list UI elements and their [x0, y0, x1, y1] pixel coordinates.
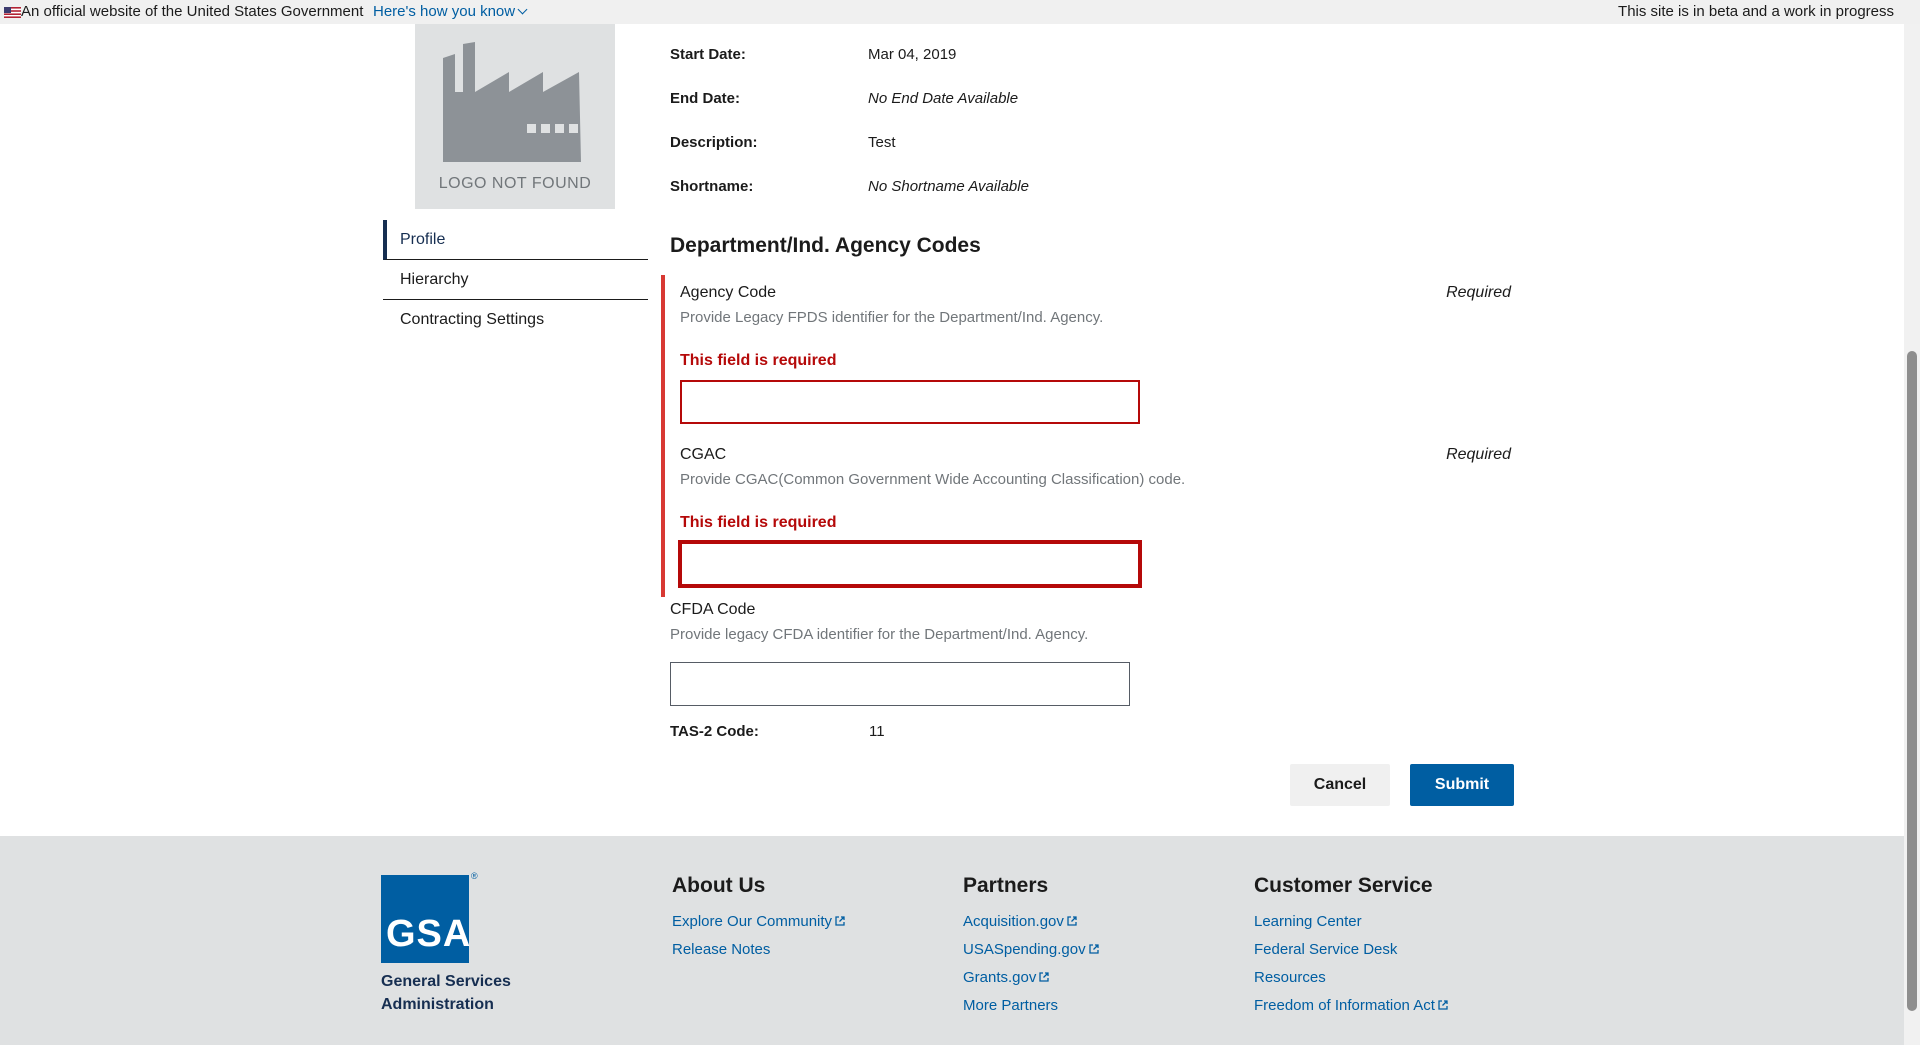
agency-code-hint: Provide Legacy FPDS identifier for the D… — [680, 309, 1104, 326]
footer-col-title: About Us — [672, 874, 766, 897]
gsa-org-name: General Services Administration — [381, 973, 511, 1013]
footer-link-label: Acquisition.gov — [963, 913, 1064, 930]
footer-link-explore-community[interactable]: Explore Our Community — [672, 908, 845, 936]
footer-link-release-notes[interactable]: Release Notes — [672, 936, 845, 964]
footer-link-label: Freedom of Information Act — [1254, 997, 1435, 1014]
cfda-code-input[interactable] — [670, 662, 1130, 706]
footer-col-customer-service: Customer Service Learning Center Federal… — [1254, 874, 1448, 1020]
external-link-icon — [835, 916, 845, 926]
description-value: Test — [868, 134, 896, 151]
logo-not-found-text: LOGO NOT FOUND — [438, 175, 592, 192]
cfda-code-label: CFDA Code — [670, 601, 756, 618]
footer-link-usaspending[interactable]: USASpending.gov — [963, 936, 1099, 964]
agency-codes-heading: Department/Ind. Agency Codes — [670, 234, 981, 257]
start-date-value: Mar 04, 2019 — [868, 46, 957, 63]
cgac-hint: Provide CGAC(Common Government Wide Acco… — [680, 471, 1186, 488]
description-label: Description: — [670, 134, 758, 151]
footer-link-federal-service-desk[interactable]: Federal Service Desk — [1254, 936, 1448, 964]
how-you-know-link[interactable]: Here's how you know — [373, 3, 528, 20]
footer-link-learning-center[interactable]: Learning Center — [1254, 908, 1448, 936]
end-date-value: No End Date Available — [868, 90, 1019, 107]
agency-code-error: This field is required — [680, 352, 837, 369]
cgac-required-tag: Required — [1446, 446, 1511, 463]
footer-link-label: Grants.gov — [963, 969, 1037, 986]
cfda-code-hint: Provide legacy CFDA identifier for the D… — [670, 626, 1089, 643]
footer-link-more-partners[interactable]: More Partners — [963, 992, 1099, 1020]
footer-col-about-us: About Us Explore Our Community Release N… — [672, 874, 845, 964]
footer-link-grants[interactable]: Grants.gov — [963, 964, 1099, 992]
footer-link-label: Explore Our Community — [672, 913, 833, 930]
submit-button[interactable]: Submit — [1410, 764, 1514, 806]
beta-notice: This site is in beta and a work in progr… — [1618, 3, 1894, 20]
us-flag-icon — [4, 7, 21, 18]
agency-code-input[interactable] — [680, 380, 1140, 424]
how-you-know-label: Here's how you know — [373, 3, 516, 20]
footer-link-label: USASpending.gov — [963, 941, 1086, 958]
footer-link-foia[interactable]: Freedom of Information Act — [1254, 992, 1448, 1020]
cgac-input[interactable] — [678, 540, 1142, 588]
external-link-icon — [1067, 916, 1077, 926]
chevron-down-icon — [517, 4, 528, 15]
external-link-icon — [1088, 944, 1099, 954]
factory-icon — [443, 42, 581, 162]
sidenav-item-profile[interactable]: Profile — [383, 220, 648, 260]
site-footer: ® GSA General Services Administration Ab… — [0, 836, 1904, 1045]
start-date-label: Start Date: — [670, 46, 746, 63]
shortname-value: No Shortname Available — [868, 178, 1029, 195]
footer-link-resources[interactable]: Resources — [1254, 964, 1448, 992]
footer-link-acquisition[interactable]: Acquisition.gov — [963, 908, 1099, 936]
shortname-label: Shortname: — [670, 178, 754, 195]
gsa-logo[interactable]: ® GSA — [381, 871, 478, 963]
registered-mark-icon: ® — [471, 871, 478, 881]
official-site-text: An official website of the United States… — [21, 3, 364, 20]
footer-col-partners: Partners Acquisition.gov USASpending.gov… — [963, 874, 1099, 1020]
gsa-logo-text: GSA — [386, 913, 472, 955]
end-date-label: End Date: — [670, 90, 741, 107]
footer-col-title: Customer Service — [1254, 874, 1433, 897]
external-link-icon — [1438, 1000, 1448, 1010]
tas2-code-value: 11 — [869, 723, 885, 740]
agency-code-required-tag: Required — [1446, 284, 1511, 301]
sidenav-item-contracting-settings[interactable]: Contracting Settings — [383, 300, 648, 340]
page-scrollbar[interactable] — [1904, 24, 1920, 1045]
tas2-code-label: TAS-2 Code: — [670, 723, 759, 740]
scrollbar-thumb[interactable] — [1907, 351, 1917, 1011]
agency-code-label: Agency Code — [680, 284, 777, 301]
footer-col-title: Partners — [963, 874, 1049, 897]
cancel-button[interactable]: Cancel — [1290, 764, 1390, 806]
agency-logo-placeholder: LOGO NOT FOUND — [415, 24, 615, 209]
sidenav-item-hierarchy[interactable]: Hierarchy — [383, 260, 648, 300]
required-fields-error-group: Agency Code Required Provide Legacy FPDS… — [661, 275, 1511, 597]
gov-banner: An official website of the United States… — [0, 0, 1920, 24]
cgac-label: CGAC — [680, 446, 727, 463]
external-link-icon — [1039, 972, 1050, 982]
side-navigation: Profile Hierarchy Contracting Settings — [383, 220, 648, 340]
cgac-error: This field is required — [680, 514, 837, 531]
